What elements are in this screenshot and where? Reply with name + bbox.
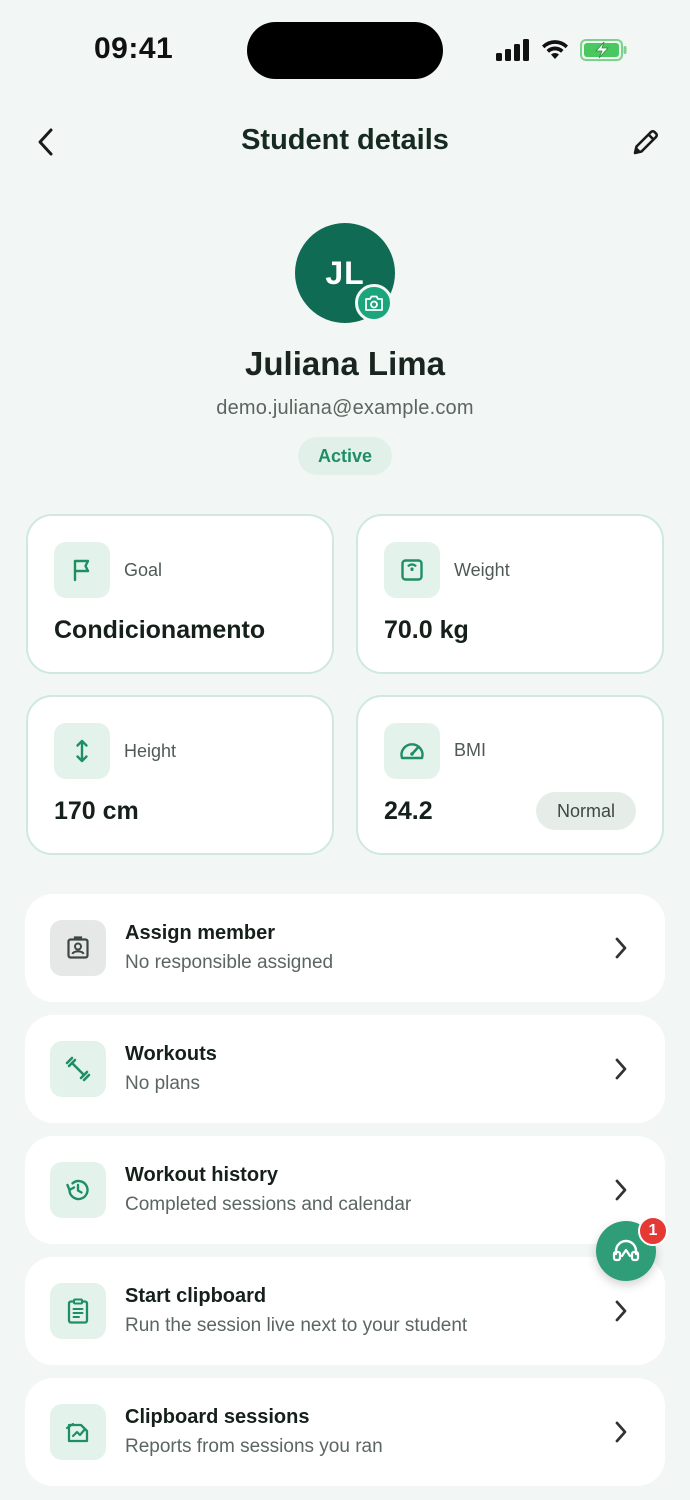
workouts-icon-tile bbox=[50, 1041, 106, 1097]
notification-count-badge: 1 bbox=[638, 1216, 668, 1246]
status-time: 09:41 bbox=[94, 32, 174, 65]
camera-icon bbox=[365, 295, 383, 311]
workout-history-icon-tile bbox=[50, 1162, 106, 1218]
weight-label: Weight bbox=[454, 560, 510, 580]
report-icon bbox=[65, 1422, 89, 1443]
height-value: 170 cm bbox=[54, 797, 139, 825]
student-name: Juliana Lima bbox=[245, 345, 445, 382]
history-icon bbox=[66, 1179, 89, 1201]
vertical-arrows-icon bbox=[76, 739, 88, 763]
clipboard-sessions-icon-tile bbox=[50, 1404, 106, 1460]
edit-button[interactable] bbox=[626, 122, 666, 162]
height-card[interactable]: Height 170 cm bbox=[26, 695, 334, 855]
goal-card[interactable]: Goal Condicionamento bbox=[26, 514, 334, 674]
assign-member-item[interactable]: Assign member No responsible assigned bbox=[25, 894, 665, 1002]
page-title: Student details bbox=[241, 124, 449, 156]
chevron-right-icon bbox=[607, 934, 635, 962]
goal-icon-tile bbox=[54, 542, 110, 598]
start-clipboard-icon-tile bbox=[50, 1283, 106, 1339]
status-bar: 09:41 bbox=[0, 0, 690, 100]
weight-value: 70.0 kg bbox=[384, 616, 469, 644]
bmi-card[interactable]: BMI 24.2 Normal bbox=[356, 695, 664, 855]
status-icons bbox=[496, 38, 628, 62]
header: Student details bbox=[0, 110, 690, 174]
weight-card[interactable]: Weight 70.0 kg bbox=[356, 514, 664, 674]
bmi-label: BMI bbox=[454, 740, 487, 760]
speedometer-icon bbox=[400, 743, 424, 760]
chevron-right-icon bbox=[607, 1297, 635, 1325]
start-clipboard-item[interactable]: Start clipboard Run the session live nex… bbox=[25, 1257, 665, 1365]
assign-member-icon-tile bbox=[50, 920, 106, 976]
clipboard-sessions-item[interactable]: Clipboard sessions Reports from sessions… bbox=[25, 1378, 665, 1486]
signal-icon bbox=[496, 39, 529, 61]
status-badge: Active bbox=[298, 437, 392, 475]
bmi-icon-tile bbox=[384, 723, 440, 779]
headset-icon bbox=[612, 1239, 640, 1262]
scale-icon bbox=[401, 559, 423, 581]
workouts-item[interactable]: Workouts No plans bbox=[25, 1015, 665, 1123]
bmi-value: 24.2 bbox=[384, 797, 433, 825]
chevron-right-icon bbox=[607, 1055, 635, 1083]
weight-icon-tile bbox=[384, 542, 440, 598]
clipboard-icon bbox=[67, 1298, 89, 1324]
list-item-title: Assign member bbox=[125, 922, 276, 944]
goal-value: Condicionamento bbox=[54, 616, 266, 644]
avatar-initials: JL bbox=[325, 254, 365, 291]
list-item-title: Start clipboard bbox=[125, 1285, 267, 1307]
list-item-title: Workout history bbox=[125, 1164, 278, 1186]
student-email: demo.juliana@example.com bbox=[216, 397, 474, 419]
battery-charging-icon bbox=[580, 39, 627, 61]
flag-icon bbox=[73, 559, 90, 582]
bmi-category-badge: Normal bbox=[536, 792, 636, 830]
height-label: Height bbox=[124, 741, 177, 761]
height-icon-tile bbox=[54, 723, 110, 779]
dynamic-island bbox=[247, 22, 443, 79]
change-photo-button[interactable] bbox=[355, 284, 393, 322]
id-badge-icon bbox=[67, 936, 89, 959]
list-item-subtitle: Reports from sessions you ran bbox=[125, 1436, 383, 1457]
chevron-right-icon bbox=[607, 1176, 635, 1204]
workout-history-item[interactable]: Workout history Completed sessions and c… bbox=[25, 1136, 665, 1244]
pencil-icon bbox=[633, 130, 658, 155]
list-item-title: Workouts bbox=[125, 1043, 217, 1065]
list-item-subtitle: No plans bbox=[125, 1073, 200, 1094]
list-item-subtitle: Completed sessions and calendar bbox=[125, 1194, 412, 1215]
wifi-icon bbox=[542, 40, 568, 59]
list-item-title: Clipboard sessions bbox=[125, 1406, 310, 1428]
dumbbell-icon bbox=[65, 1056, 91, 1082]
chevron-right-icon bbox=[607, 1418, 635, 1446]
list-item-subtitle: Run the session live next to your studen… bbox=[125, 1315, 468, 1336]
list-item-subtitle: No responsible assigned bbox=[125, 952, 334, 973]
goal-label: Goal bbox=[124, 560, 163, 580]
